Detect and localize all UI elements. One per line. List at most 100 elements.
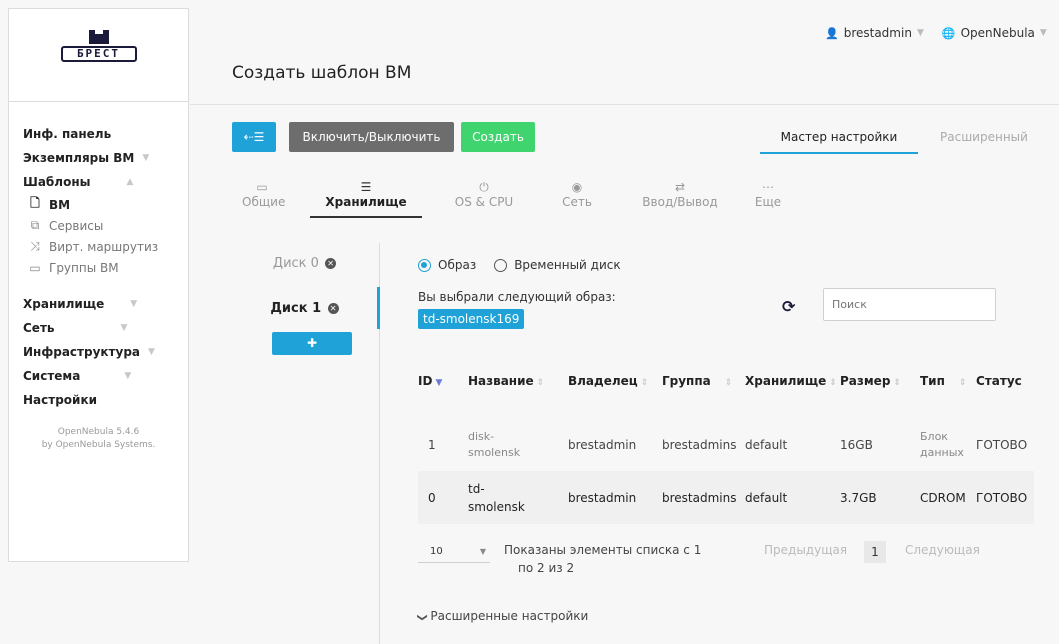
tab-general[interactable]: ▭ Общие <box>242 180 285 210</box>
sidebar-item-label: Экземпляры ВМ <box>23 151 135 165</box>
tab-os-cpu[interactable]: ⏻ OS & CPU <box>445 180 523 210</box>
sidebar-item-instances[interactable]: Экземпляры ВМ ▼ <box>9 146 188 170</box>
page-size-select[interactable]: 10 ▼ <box>418 541 490 563</box>
tab-wizard[interactable]: Мастер настройки <box>760 120 918 154</box>
remove-disk-icon[interactable]: ✕ <box>327 303 339 314</box>
sort-icon: ⇕ <box>829 378 837 388</box>
refresh-icon[interactable]: ⟳ <box>782 297 795 316</box>
name-line: td- <box>468 481 485 496</box>
sidebar-subitem-label: Сервисы <box>49 218 104 233</box>
column-header-id[interactable]: ID ▼ <box>418 357 468 405</box>
power-icon: ⏻ <box>479 180 489 194</box>
brest-logo[interactable]: БРЕСТ <box>53 28 145 82</box>
column-header-type[interactable]: Тип ⇕ <box>920 357 976 405</box>
add-disk-button[interactable]: ✚ <box>272 332 352 355</box>
cell-type: Блок данных <box>920 418 976 471</box>
sidebar-item-label: Инф. панель <box>23 127 112 141</box>
prev-page-button[interactable]: Предыдущая <box>764 543 847 557</box>
column-header-size[interactable]: Размер ⇕ <box>840 357 920 405</box>
column-label: Название <box>468 374 534 388</box>
pagination-info: Показаны элементы списка с 1 по 2 из 2 <box>504 541 744 577</box>
divider <box>190 104 1059 105</box>
cell-id: 0 <box>418 471 468 524</box>
sidebar-item-system[interactable]: Система ▼ <box>9 364 188 388</box>
volatile-radio[interactable] <box>494 258 508 272</box>
sidebar-item-templates[interactable]: Шаблоны ▲ <box>9 170 188 194</box>
disk-0-tab[interactable]: Диск 0 ✕ <box>232 256 377 271</box>
cell-owner: brestadmin <box>568 437 637 452</box>
table-row-selected[interactable]: 0 td-smolensk brestadmin brestadmins def… <box>418 471 1034 524</box>
disk-label: Диск 1 <box>270 301 322 316</box>
sidebar-subitem-services[interactable]: ⧉ Сервисы <box>9 215 188 236</box>
disk-list: Диск 0 ✕ Диск 1 ✕ ✚ <box>232 243 380 644</box>
column-header-status[interactable]: Статус <box>976 357 1034 405</box>
user-menu[interactable]: brestadmin <box>844 26 912 40</box>
tab-label: Еще <box>754 195 782 209</box>
sidebar-subitem-vrouters[interactable]: ⤨ Вирт. маршрутиз <box>9 236 188 257</box>
cell-id: 1 <box>428 437 436 452</box>
column-header-name[interactable]: Название ⇕ <box>468 357 568 405</box>
selected-image-label: Вы выбрали следующий образ: <box>418 290 616 304</box>
sidebar-item-label: Хранилище <box>23 297 105 311</box>
sidebar-item-settings[interactable]: Настройки <box>9 388 188 412</box>
caret-down-icon: ▼ <box>916 28 924 38</box>
shuffle-icon: ⤨ <box>30 239 40 253</box>
back-to-list-button[interactable]: ⇠☰ <box>232 122 276 152</box>
column-header-group[interactable]: Группа ⇕ <box>662 357 745 405</box>
table-row[interactable]: 1 disk-smolensk brestadmin brestadmins d… <box>418 418 1034 471</box>
zone-menu[interactable]: OpenNebula <box>961 26 1035 40</box>
cell-group: brestadmins <box>662 471 745 524</box>
caret-down-icon: ▼ <box>130 299 138 309</box>
tab-storage[interactable]: ☰ Хранилище <box>310 180 422 218</box>
vendor-text: by OpenNebula Systems. <box>41 440 156 450</box>
ellipsis-icon: ⋯ <box>762 180 774 194</box>
disk-label: Диск 0 <box>272 256 319 271</box>
caret-down-icon: ▼ <box>1039 28 1047 38</box>
tab-more[interactable]: ⋯ Еще <box>752 180 784 210</box>
sidebar-item-infrastructure[interactable]: Инфраструктура ▼ <box>9 340 188 364</box>
name-line: smolensk <box>468 499 525 514</box>
type-line: Блок <box>920 429 948 443</box>
tab-label: OS & CPU <box>454 195 514 209</box>
laptop-icon: ▭ <box>256 180 268 194</box>
sidebar-item-network[interactable]: Сеть ▼ <box>9 316 188 340</box>
sidebar-item-label: Шаблоны <box>23 175 91 189</box>
advanced-settings-toggle[interactable]: ❯ Расширенные настройки <box>417 609 589 623</box>
tab-network[interactable]: ◉ Сеть <box>557 180 597 210</box>
storage-icon: ☰ <box>360 180 372 194</box>
user-icon: 👤 <box>825 26 839 40</box>
column-label: Размер <box>840 374 891 388</box>
sort-icon: ⇕ <box>724 378 733 388</box>
logo-text: БРЕСТ <box>60 46 137 62</box>
column-label: Хранилище <box>745 374 827 388</box>
sidebar-item-storage[interactable]: Хранилище ▼ <box>9 292 188 316</box>
sidebar-item-label: Система <box>23 369 81 383</box>
cell-name: td-smolensk <box>468 471 568 524</box>
column-header-datastore[interactable]: Хранилище ⇕ <box>745 357 840 405</box>
column-label: Владелец <box>568 374 638 388</box>
toggle-button[interactable]: Включить/Выключить <box>289 122 454 152</box>
cell-name: disk-smolensk <box>468 418 568 471</box>
next-page-button[interactable]: Следующая <box>905 543 980 557</box>
disk-1-tab[interactable]: Диск 1 ✕ <box>232 301 377 316</box>
image-radio-label[interactable]: Образ <box>438 258 476 272</box>
sidebar-subitem-vm[interactable]: 🗋 ВМ <box>9 194 188 215</box>
tab-io[interactable]: ⇄ Ввод/Вывод <box>635 180 725 210</box>
create-button[interactable]: Создать <box>461 122 535 152</box>
volatile-radio-label[interactable]: Временный диск <box>514 258 620 272</box>
copy-icon: ⧉ <box>30 218 40 232</box>
pagination-info-line: по 2 из 2 <box>518 561 575 575</box>
page-number-button[interactable]: 1 <box>864 541 886 563</box>
cell-status: ГОТОВО <box>976 437 1028 452</box>
search-input[interactable] <box>823 288 996 321</box>
image-radio[interactable] <box>418 258 431 272</box>
remove-disk-icon[interactable]: ✕ <box>325 258 337 269</box>
back-list-icon: ⇠☰ <box>243 130 265 144</box>
column-header-owner[interactable]: Владелец ⇕ <box>568 357 662 405</box>
user-bar: 👤 brestadmin ▼ 🌐 OpenNebula ▼ <box>825 26 1047 40</box>
tab-advanced[interactable]: Расширенный <box>940 120 1028 154</box>
sidebar-subitem-vmgroups[interactable]: ▭ Группы ВМ <box>9 257 188 278</box>
sidebar-item-label: Инфраструктура <box>23 345 141 359</box>
cell-datastore: default <box>745 437 788 452</box>
sidebar-item-dashboard[interactable]: Инф. панель <box>9 122 188 146</box>
